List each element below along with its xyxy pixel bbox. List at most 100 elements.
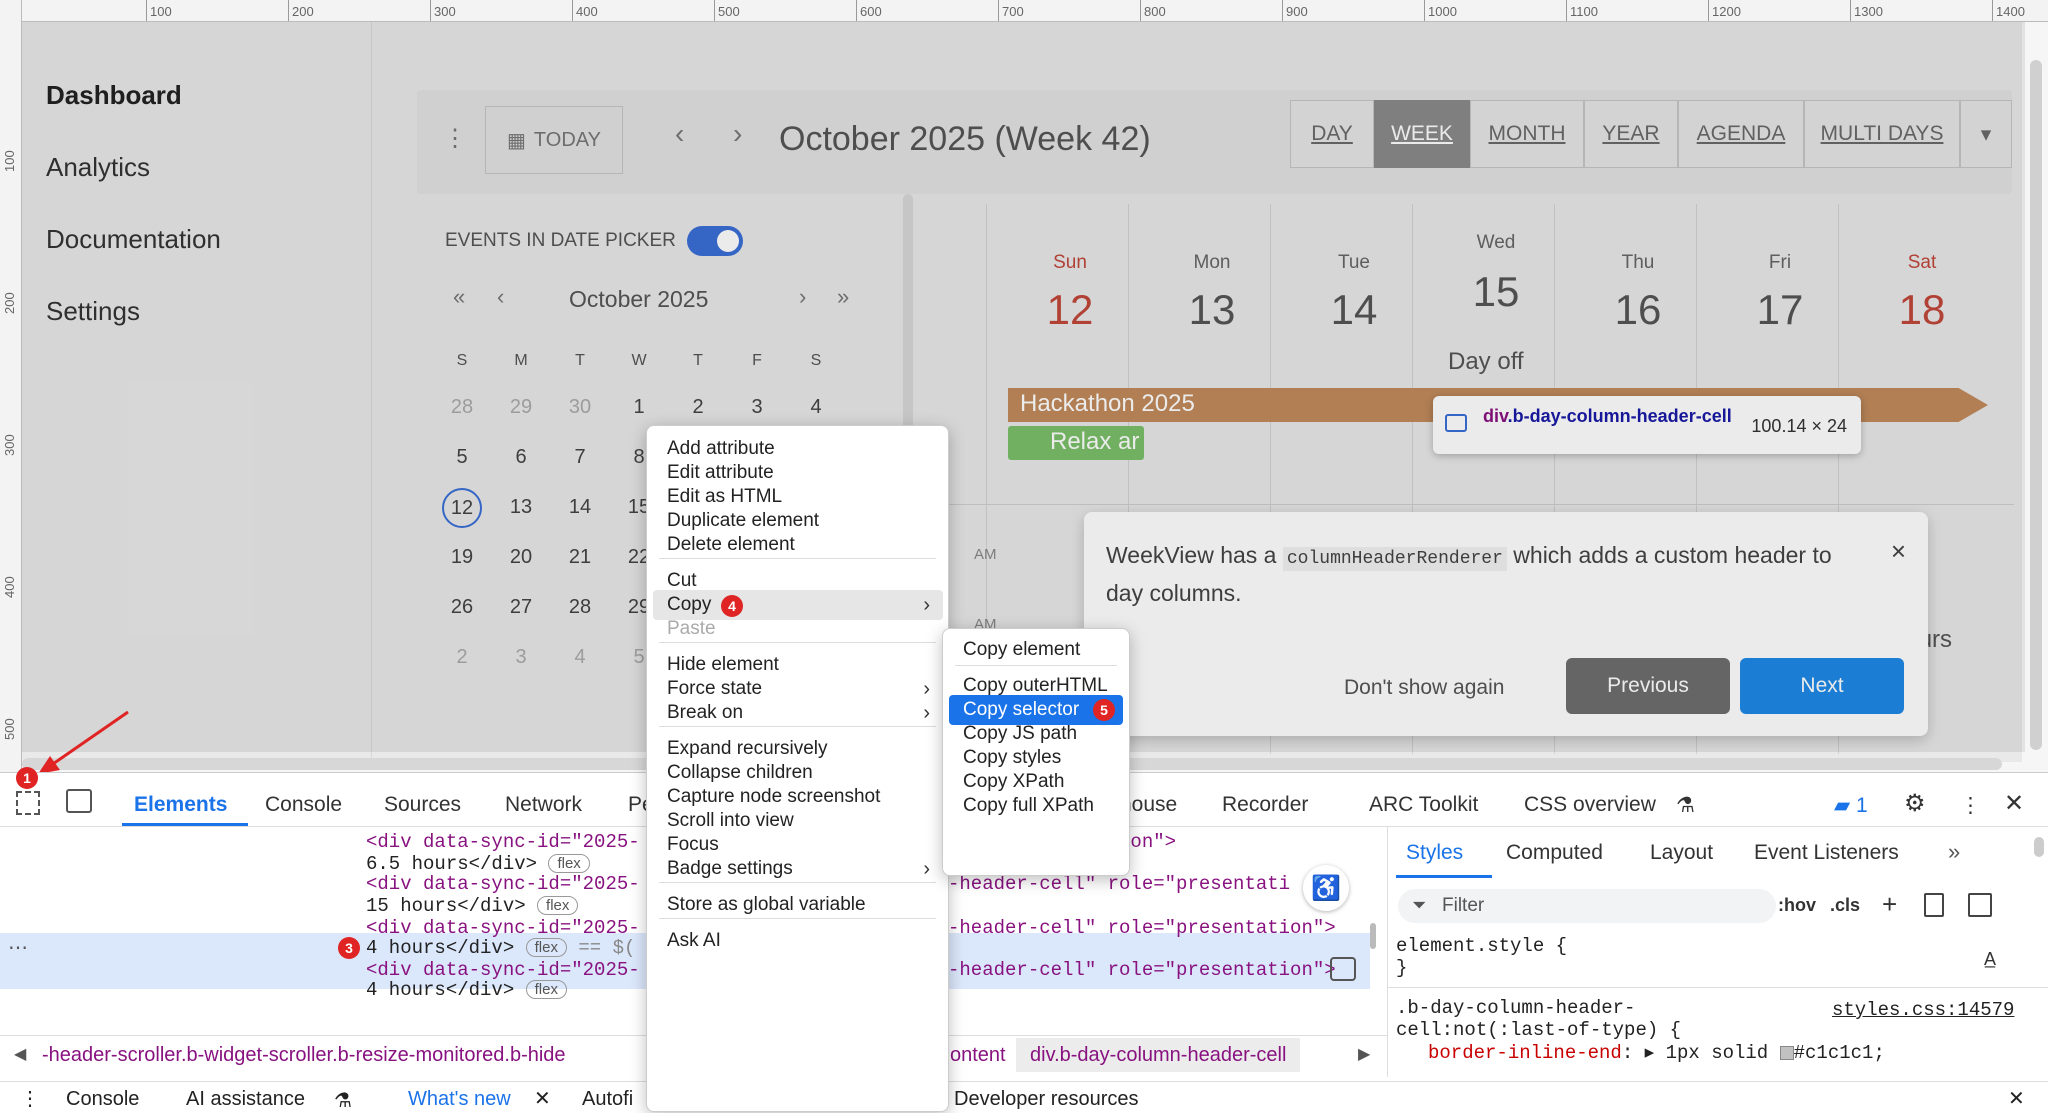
color-swatch[interactable] bbox=[1779, 1045, 1794, 1060]
view-week-button[interactable]: WEEK bbox=[1374, 100, 1470, 168]
submenu-item[interactable]: Copy selector bbox=[963, 699, 1079, 721]
flex-badge[interactable]: flex bbox=[525, 980, 567, 1000]
tab-sources[interactable]: Sources bbox=[384, 793, 461, 817]
context-menu-item[interactable]: Store as global variable bbox=[667, 894, 866, 916]
drawer-tab-whats-new[interactable]: What's new bbox=[408, 1088, 511, 1111]
picker-day[interactable]: 30 bbox=[555, 396, 605, 419]
tab-styles[interactable]: Styles bbox=[1406, 841, 1463, 865]
dom-node-line[interactable]: 4 hours</div> flex == $( bbox=[366, 937, 635, 959]
picker-day[interactable]: 2 bbox=[437, 646, 487, 669]
breadcrumb-item[interactable]: -header-scroller.b-widget-scroller.b-res… bbox=[42, 1044, 642, 1067]
close-drawer-icon[interactable]: ✕ bbox=[2008, 1086, 2025, 1111]
rule-source-link[interactable]: styles.css:14579 bbox=[1832, 999, 2014, 1021]
tab-elements[interactable]: Elements bbox=[134, 793, 227, 817]
context-menu-item[interactable]: Break on bbox=[667, 702, 743, 724]
new-rule-icon[interactable]: + bbox=[1882, 889, 1897, 920]
prev-year-icon[interactable]: « bbox=[453, 284, 465, 310]
vertical-scrollbar[interactable] bbox=[2030, 60, 2042, 750]
tab-layout[interactable]: Layout bbox=[1650, 841, 1713, 865]
picker-day[interactable]: 12 bbox=[442, 488, 482, 528]
tab-recorder[interactable]: Recorder bbox=[1222, 793, 1308, 817]
dom-node-attrs[interactable]: -header-cell" role="presentation"> bbox=[948, 959, 1336, 981]
sidebar-item-documentation[interactable]: Documentation bbox=[46, 224, 221, 255]
dont-show-again-link[interactable]: Don't show again bbox=[1344, 676, 1504, 700]
flex-badge[interactable]: flex bbox=[525, 938, 567, 958]
flex-badge[interactable]: flex bbox=[537, 896, 579, 916]
picker-day[interactable]: 4 bbox=[555, 646, 605, 669]
submenu-item[interactable]: Copy full XPath bbox=[963, 795, 1094, 817]
close-tab-icon[interactable]: ✕ bbox=[534, 1086, 551, 1111]
dom-node-line[interactable]: <div data-sync-id="2025- bbox=[366, 831, 640, 853]
view-dropdown-icon[interactable]: ▾ bbox=[1960, 100, 2012, 168]
context-menu-item[interactable]: Scroll into view bbox=[667, 810, 794, 832]
relax-event[interactable]: Relax ar bbox=[1008, 426, 1144, 460]
picker-day[interactable]: 13 bbox=[496, 496, 546, 519]
rule-property[interactable]: border-inline-end: ▸ 1px solid #c1c1c1; bbox=[1428, 1041, 1885, 1064]
breadcrumb-item[interactable]: ontent bbox=[950, 1044, 1006, 1067]
context-menu-item[interactable]: Cut bbox=[667, 570, 697, 592]
context-menu-item[interactable]: Capture node screenshot bbox=[667, 786, 880, 808]
drawer-tab-ai-assistance[interactable]: AI assistance bbox=[186, 1088, 305, 1111]
device-toolbar-icon[interactable] bbox=[66, 789, 92, 813]
drawer-tab-developer-resources[interactable]: Developer resources bbox=[954, 1088, 1139, 1111]
submenu-item[interactable]: Copy element bbox=[963, 639, 1080, 661]
context-menu-item[interactable]: Force state bbox=[667, 678, 762, 700]
dom-node-line[interactable]: 6.5 hours</div> flex bbox=[366, 853, 590, 875]
picker-day[interactable]: 20 bbox=[496, 546, 546, 569]
picker-day[interactable]: 3 bbox=[496, 646, 546, 669]
context-menu-item[interactable]: Ask AI bbox=[667, 930, 721, 952]
next-year-icon[interactable]: » bbox=[837, 284, 849, 310]
dom-node-line[interactable]: <div data-sync-id="2025- bbox=[366, 917, 640, 939]
context-menu-item[interactable]: Copy bbox=[667, 594, 711, 616]
tab-css-overview[interactable]: CSS overview bbox=[1524, 793, 1656, 817]
context-menu-item[interactable]: Badge settings bbox=[667, 858, 793, 880]
submenu-item[interactable]: Copy outerHTML bbox=[963, 675, 1108, 697]
submenu-item[interactable]: Copy styles bbox=[963, 747, 1061, 769]
tab-event-listeners[interactable]: Event Listeners bbox=[1754, 841, 1899, 865]
context-menu-item[interactable]: Edit attribute bbox=[667, 462, 774, 484]
dom-scrollbar[interactable] bbox=[1370, 923, 1376, 949]
font-editor-icon[interactable]: A̲ bbox=[1984, 949, 1996, 970]
drawer-tab-autofill[interactable]: Autofi bbox=[582, 1088, 633, 1111]
sidebar-item-dashboard[interactable]: Dashboard bbox=[46, 80, 182, 111]
day-number[interactable]: 16 bbox=[1568, 286, 1708, 334]
day-number[interactable]: 18 bbox=[1852, 286, 1992, 334]
settings-gear-icon[interactable]: ⚙ bbox=[1904, 789, 1926, 818]
next-week-icon[interactable]: › bbox=[733, 118, 742, 150]
more-tabs-icon[interactable]: » bbox=[1948, 839, 1960, 865]
picker-day[interactable]: 6 bbox=[496, 446, 546, 469]
picker-day[interactable]: 3 bbox=[732, 396, 782, 419]
dom-node-line[interactable]: 4 hours</div> flex bbox=[366, 979, 567, 1001]
picker-day[interactable]: 27 bbox=[496, 596, 546, 619]
breadcrumb-left-icon[interactable]: ◀ bbox=[14, 1044, 26, 1064]
context-menu-item[interactable]: Expand recursively bbox=[667, 738, 828, 760]
flex-badge[interactable]: flex bbox=[548, 854, 590, 874]
context-menu-item[interactable]: Collapse children bbox=[667, 762, 813, 784]
next-button[interactable]: Next bbox=[1740, 658, 1904, 714]
cls-toggle[interactable]: .cls bbox=[1830, 895, 1860, 916]
prev-month-icon[interactable]: ‹ bbox=[497, 284, 504, 310]
submenu-item[interactable]: Copy XPath bbox=[963, 771, 1064, 793]
issues-icon[interactable]: ▰ 1 bbox=[1834, 793, 1868, 818]
accessibility-icon[interactable]: ♿ bbox=[1303, 865, 1349, 911]
day-number[interactable]: 15 bbox=[1426, 268, 1566, 316]
context-menu-item[interactable]: Edit as HTML bbox=[667, 486, 782, 508]
day-number[interactable]: 14 bbox=[1284, 286, 1424, 334]
context-menu-item[interactable]: Paste bbox=[667, 618, 716, 640]
picker-day[interactable]: 1 bbox=[614, 396, 664, 419]
hov-toggle[interactable]: :hov bbox=[1778, 895, 1816, 916]
picker-day[interactable]: 2 bbox=[673, 396, 723, 419]
picker-day[interactable]: 28 bbox=[555, 596, 605, 619]
tab-computed[interactable]: Computed bbox=[1506, 841, 1603, 865]
view-year-button[interactable]: YEAR bbox=[1584, 100, 1678, 168]
context-menu-item[interactable]: Focus bbox=[667, 834, 719, 856]
dom-node-attrs[interactable]: -header-cell" role="presentati bbox=[948, 873, 1290, 895]
prev-week-icon[interactable]: ‹ bbox=[675, 118, 684, 150]
picker-day[interactable]: 7 bbox=[555, 446, 605, 469]
picker-day[interactable]: 5 bbox=[437, 446, 487, 469]
picker-day[interactable]: 28 bbox=[437, 396, 487, 419]
drawer-menu-icon[interactable]: ⋮ bbox=[20, 1086, 40, 1111]
tab-network[interactable]: Network bbox=[505, 793, 582, 817]
ellipsis-icon[interactable]: ⋯ bbox=[8, 935, 28, 960]
next-month-icon[interactable]: › bbox=[799, 284, 806, 310]
